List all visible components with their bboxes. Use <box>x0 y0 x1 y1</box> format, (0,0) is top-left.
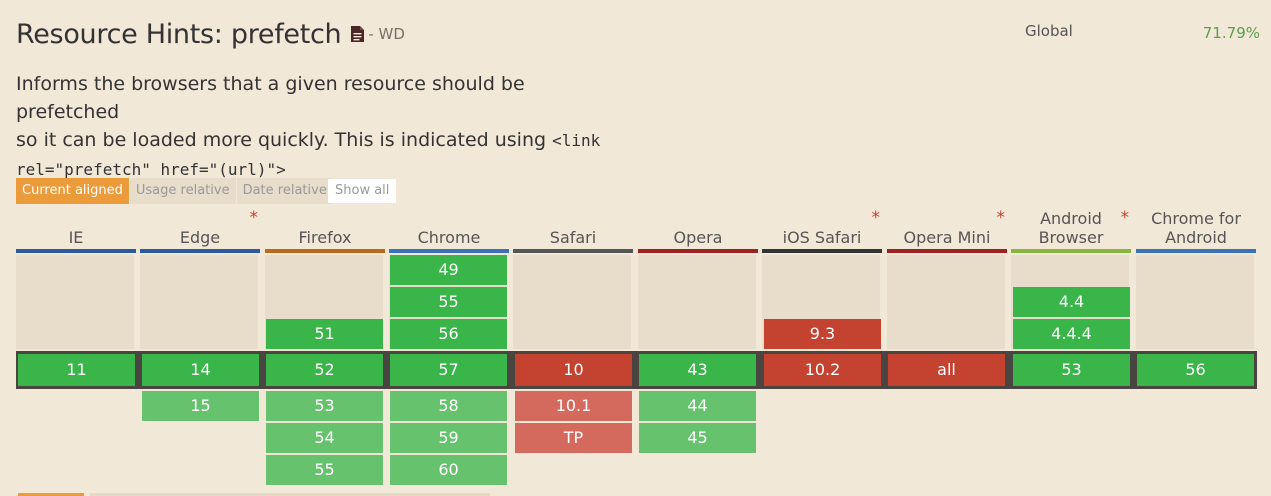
browser-header-opera-mini[interactable]: * Opera Mini <box>887 208 1007 253</box>
current-cell-chrome-android[interactable]: 56 <box>1137 354 1254 386</box>
version-cell-chrome-60[interactable]: 60 <box>390 455 507 485</box>
show-all-button[interactable]: Show all <box>328 179 397 203</box>
browser-color-bar <box>638 249 758 253</box>
global-label: Global <box>1025 22 1073 40</box>
browser-name: Chrome for Android <box>1136 209 1256 247</box>
version-cell-firefox-51[interactable]: 51 <box>266 319 383 349</box>
column-background <box>887 255 1005 349</box>
version-cell-opera-44[interactable]: 44 <box>639 391 756 421</box>
browser-color-bar <box>513 249 633 253</box>
column-background <box>638 255 756 349</box>
version-cell-chrome-56[interactable]: 56 <box>390 319 507 349</box>
browser-color-bar <box>389 249 509 253</box>
browser-name: Firefox <box>298 228 352 247</box>
page-title: Resource Hints: prefetch <box>16 18 342 50</box>
version-cell-firefox-53[interactable]: 53 <box>266 391 383 421</box>
column-background <box>513 255 631 349</box>
browser-name: Edge <box>179 228 221 247</box>
browser-header-android-browser[interactable]: * Android Browser <box>1011 208 1131 253</box>
browser-header-firefox[interactable]: Firefox <box>265 208 385 253</box>
browser-header-opera[interactable]: Opera <box>638 208 758 253</box>
version-cell-edge-15[interactable]: 15 <box>142 391 259 421</box>
version-cell-chrome-58[interactable]: 58 <box>390 391 507 421</box>
browser-name-line-2: Browser <box>1038 228 1104 247</box>
version-cell-chrome-55[interactable]: 55 <box>390 287 507 317</box>
browser-header-safari[interactable]: Safari <box>513 208 633 253</box>
browser-color-bar <box>16 249 136 253</box>
browser-name-line-1: Android <box>1040 209 1102 228</box>
tab-current-aligned[interactable]: Current aligned <box>16 178 129 204</box>
document-icon[interactable] <box>351 26 365 42</box>
current-cell-ie[interactable]: 11 <box>18 354 135 386</box>
browser-name: Opera <box>673 228 723 247</box>
description-line-2: so it can be loaded more quickly. This i… <box>16 129 553 151</box>
browser-header-chrome-android[interactable]: Chrome for Android <box>1136 208 1256 253</box>
browser-name: iOS Safari <box>782 228 862 247</box>
current-cell-safari[interactable]: 10 <box>515 354 632 386</box>
version-cell-opera-45[interactable]: 45 <box>639 423 756 453</box>
browser-color-bar <box>140 249 260 253</box>
version-cell-safari-tp[interactable]: TP <box>515 423 632 453</box>
browser-color-bar <box>762 249 882 253</box>
note-star-icon: * <box>996 208 1006 228</box>
browser-name: Opera Mini <box>903 228 991 247</box>
current-cell-edge[interactable]: 14 <box>142 354 259 386</box>
browser-name: Android Browser <box>1011 209 1131 247</box>
feature-description: Informs the browsers that a given resour… <box>16 70 616 184</box>
browser-name-line-2: Android <box>1165 228 1227 247</box>
description-line-1: Informs the browsers that a given resour… <box>16 73 525 123</box>
current-cell-opera[interactable]: 43 <box>639 354 756 386</box>
global-usage-value: 71.79% <box>1202 24 1260 42</box>
code-snippet-1: <link <box>552 131 601 150</box>
note-star-icon: * <box>871 208 881 228</box>
browser-header-ie[interactable]: IE <box>16 208 136 253</box>
current-cell-chrome[interactable]: 57 <box>390 354 507 386</box>
browser-header-ios-safari[interactable]: * iOS Safari <box>762 208 882 253</box>
note-star-icon: * <box>249 208 259 228</box>
browser-name: IE <box>68 228 84 247</box>
tab-usage-relative[interactable]: Usage relative <box>129 178 236 204</box>
column-background <box>140 255 258 349</box>
version-cell-chrome-59[interactable]: 59 <box>390 423 507 453</box>
version-cell-ios-safari-9-3[interactable]: 9.3 <box>764 319 881 349</box>
column-background <box>1136 255 1254 349</box>
spec-status[interactable]: - WD <box>368 25 405 43</box>
browser-color-bar <box>265 249 385 253</box>
view-tabs: Current aligned Usage relative Date rela… <box>16 178 334 204</box>
current-cell-firefox[interactable]: 52 <box>266 354 383 386</box>
tab-date-relative[interactable]: Date relative <box>236 178 333 204</box>
column-background <box>16 255 134 349</box>
version-cell-firefox-54[interactable]: 54 <box>266 423 383 453</box>
browser-name: Chrome <box>417 228 481 247</box>
browser-color-bar <box>1011 249 1131 253</box>
version-cell-chrome-49[interactable]: 49 <box>390 255 507 285</box>
current-cell-ios-safari[interactable]: 10.2 <box>764 354 881 386</box>
title-row: Resource Hints: prefetch - WD <box>16 14 405 54</box>
version-cell-android-4-4-4[interactable]: 4.4.4 <box>1013 319 1130 349</box>
browser-header-edge[interactable]: * Edge <box>140 208 260 253</box>
browser-color-bar <box>1136 249 1256 253</box>
current-cell-android-browser[interactable]: 53 <box>1013 354 1130 386</box>
browser-name-line-1: Chrome for <box>1151 209 1241 228</box>
browser-header-chrome[interactable]: Chrome <box>389 208 509 253</box>
code-snippet-2: rel="prefetch" href="(url)"> <box>16 160 286 179</box>
browser-name: Safari <box>549 228 597 247</box>
browser-color-bar <box>887 249 1007 253</box>
current-cell-opera-mini[interactable]: all <box>888 354 1005 386</box>
version-cell-android-4-4[interactable]: 4.4 <box>1013 287 1130 317</box>
version-cell-safari-10-1[interactable]: 10.1 <box>515 391 632 421</box>
version-cell-firefox-55[interactable]: 55 <box>266 455 383 485</box>
